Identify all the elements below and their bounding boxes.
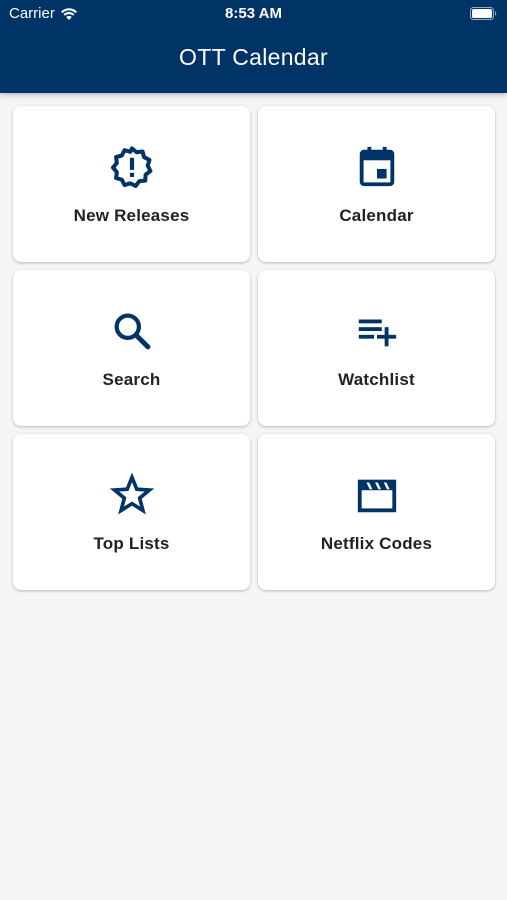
app-header: Carrier 8:53 AM OTT Calendar xyxy=(0,0,507,93)
playlist-add-icon xyxy=(354,308,400,354)
calendar-icon xyxy=(354,144,400,190)
netflix-codes-tile[interactable]: Netflix Codes xyxy=(258,434,495,590)
star-outline-icon xyxy=(109,472,155,518)
tile-label: Top Lists xyxy=(93,534,170,553)
status-bar: Carrier 8:53 AM xyxy=(0,0,507,28)
new-releases-tile[interactable]: New Releases xyxy=(13,106,250,262)
movie-clapper-icon xyxy=(354,472,400,518)
tile-label: Calendar xyxy=(339,206,414,225)
new-releases-icon xyxy=(109,144,155,190)
status-time: 8:53 AM xyxy=(225,5,282,22)
tile-label: New Releases xyxy=(73,206,190,225)
search-icon xyxy=(109,308,155,354)
app-root: Carrier 8:53 AM OTT Calendar New Release… xyxy=(0,0,507,900)
tile-label: Search xyxy=(102,370,161,389)
battery-icon xyxy=(470,7,497,20)
top-lists-tile[interactable]: Top Lists xyxy=(13,434,250,590)
menu-grid: New Releases Calendar Search Watchlist T… xyxy=(13,106,495,590)
page-title: OTT Calendar xyxy=(179,44,328,70)
watchlist-tile[interactable]: Watchlist xyxy=(258,270,495,426)
calendar-tile[interactable]: Calendar xyxy=(258,106,495,262)
tile-label: Netflix Codes xyxy=(320,534,433,553)
tile-label: Watchlist xyxy=(338,370,415,389)
search-tile[interactable]: Search xyxy=(13,270,250,426)
